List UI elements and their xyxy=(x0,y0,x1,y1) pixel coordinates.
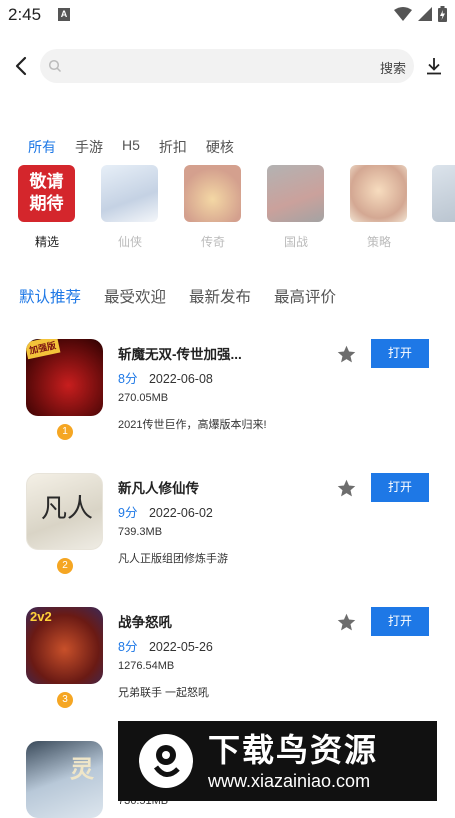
category-thumb xyxy=(432,165,455,222)
rank-badge: 3 xyxy=(57,692,73,708)
download-icon[interactable] xyxy=(425,56,443,76)
search-button[interactable]: 搜索 xyxy=(380,58,406,77)
notification-icon: A xyxy=(58,8,70,21)
watermark-banner: 下载鸟资源 www.xiazainiao.com xyxy=(118,721,437,801)
open-button[interactable]: 打开 xyxy=(371,473,429,502)
app-icon: 加强版 xyxy=(26,339,103,416)
app-score: 9分 xyxy=(118,506,138,520)
app-icon: 凡人 xyxy=(26,473,103,550)
app-icon: 2v2 xyxy=(26,607,103,684)
list-item[interactable]: 加强版 1 斩魔无双-传世加强... 8分 2022-06-08 270.05M… xyxy=(0,339,455,459)
app-meta: 9分 2022-06-02 xyxy=(118,502,213,521)
category-item-xianxia[interactable]: 仙侠 xyxy=(101,165,159,250)
app-name: 斩魔无双-传世加强... xyxy=(118,347,242,362)
back-arrow-icon[interactable] xyxy=(12,55,32,77)
app-badge: 凡人 xyxy=(41,494,94,524)
app-size: 270.05MB xyxy=(118,392,169,404)
search-row: 搜索 xyxy=(0,48,455,84)
category-label: 精选 xyxy=(34,235,59,249)
category-tab-discount[interactable]: 折扣 xyxy=(159,137,187,157)
category-tabs: 所有 手游 H5 折扣 硬核 xyxy=(28,137,234,157)
app-date: 2022-05-26 xyxy=(148,640,213,654)
category-label: 国战 xyxy=(283,235,308,249)
category-label: 策略 xyxy=(366,235,391,249)
status-time: 2:45 xyxy=(8,5,42,24)
app-name: 新凡人修仙传 xyxy=(118,481,199,496)
category-items: 敬请期待 精选 仙侠 传奇 国战 策略 xyxy=(18,165,455,255)
app-date: 2022-06-08 xyxy=(148,372,213,386)
watermark-title: 下载鸟资源 xyxy=(208,732,379,768)
app-badge: 加强版 xyxy=(26,339,61,360)
status-bar: 2:45 A xyxy=(0,0,455,30)
app-desc: 兄弟联手 一起怒吼 xyxy=(118,687,210,699)
app-desc: 凡人正版组团修炼手游 xyxy=(118,553,228,565)
category-thumb xyxy=(267,165,324,222)
sort-tab-newest[interactable]: 最新发布 xyxy=(189,285,251,307)
category-item-more[interactable] xyxy=(432,165,455,222)
watermark-url: www.xiazainiao.com xyxy=(208,771,371,791)
star-icon[interactable] xyxy=(336,344,357,365)
rank-badge: 2 xyxy=(57,558,73,574)
wifi-icon xyxy=(394,7,412,21)
rank-badge: 1 xyxy=(57,424,73,440)
search-input[interactable]: 搜索 xyxy=(40,49,414,83)
category-thumb xyxy=(184,165,241,222)
sort-tab-default[interactable]: 默认推荐 xyxy=(19,285,81,307)
app-badge: 灵 xyxy=(70,754,94,783)
list-item[interactable]: 凡人 2 新凡人修仙传 9分 2022-06-02 739.3MB 凡人正版组团… xyxy=(0,473,455,593)
category-label: 传奇 xyxy=(200,235,225,249)
app-meta: 8分 2022-05-26 xyxy=(118,636,213,655)
bird-logo-icon xyxy=(139,734,193,788)
category-tab-h5[interactable]: H5 xyxy=(122,137,140,157)
category-label: 仙侠 xyxy=(117,235,142,249)
category-thumb xyxy=(350,165,407,222)
app-score: 8分 xyxy=(118,372,138,386)
category-tab-hardcore[interactable]: 硬核 xyxy=(206,137,234,157)
search-icon xyxy=(48,59,62,73)
app-score: 8分 xyxy=(118,640,138,654)
battery-icon xyxy=(438,6,447,22)
signal-icon xyxy=(418,7,432,21)
category-item-war[interactable]: 国战 xyxy=(267,165,325,250)
list-item[interactable]: 2v2 3 战争怒吼 8分 2022-05-26 1276.54MB 兄弟联手 … xyxy=(0,607,455,727)
category-tab-mobile[interactable]: 手游 xyxy=(75,137,103,157)
app-badge: 2v2 xyxy=(30,609,52,624)
open-button[interactable]: 打开 xyxy=(371,607,429,636)
app-size: 739.3MB xyxy=(118,526,163,538)
category-tab-all[interactable]: 所有 xyxy=(28,137,56,157)
app-icon: 灵 xyxy=(26,741,103,818)
app-name: 战争怒吼 xyxy=(118,615,172,630)
category-item-featured[interactable]: 敬请期待 精选 xyxy=(18,165,76,250)
category-thumb xyxy=(101,165,158,222)
sort-tab-popular[interactable]: 最受欢迎 xyxy=(104,285,166,307)
category-item-legend[interactable]: 传奇 xyxy=(184,165,242,250)
star-icon[interactable] xyxy=(336,612,357,633)
star-icon[interactable] xyxy=(336,478,357,499)
status-icons xyxy=(394,6,447,22)
category-item-strategy[interactable]: 策略 xyxy=(350,165,408,250)
sort-tabs: 默认推荐 最受欢迎 最新发布 最高评价 xyxy=(19,285,336,307)
app-date: 2022-06-02 xyxy=(148,506,213,520)
app-size: 1276.54MB xyxy=(118,660,175,672)
app-desc: 2021传世巨作，高爆版本归来! xyxy=(118,419,267,431)
sort-tab-rating[interactable]: 最高评价 xyxy=(274,285,336,307)
category-thumb: 敬请期待 xyxy=(18,165,75,222)
app-meta: 8分 2022-06-08 xyxy=(118,368,213,387)
open-button[interactable]: 打开 xyxy=(371,339,429,368)
category-thumb-text: 敬请期待 xyxy=(29,172,64,213)
